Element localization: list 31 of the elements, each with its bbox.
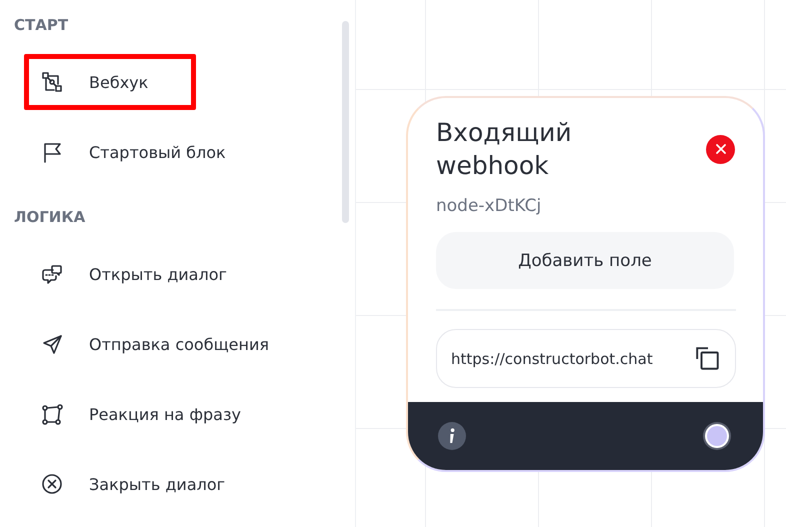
send-icon xyxy=(41,333,63,355)
item-label: Отправка сообщения xyxy=(89,334,269,354)
flag-icon xyxy=(41,141,63,163)
connection-port[interactable] xyxy=(701,420,733,452)
node-title: Входящий webhook xyxy=(436,117,573,182)
sidebar-item[interactable]: Закрыть диалог xyxy=(24,456,238,512)
polygon-icon xyxy=(41,403,63,425)
chat-bubbles-icon xyxy=(41,263,63,285)
close-circle-icon xyxy=(41,473,63,495)
add-field-button[interactable]: Добавить поле xyxy=(436,232,734,289)
sidebar-item[interactable]: Вебхук xyxy=(24,54,196,110)
close-button[interactable] xyxy=(706,134,735,164)
scrollbar[interactable] xyxy=(342,21,349,223)
close-icon xyxy=(714,143,726,155)
info-icon[interactable] xyxy=(438,422,466,450)
section-heading: ЛОГИКА xyxy=(13,207,86,228)
sidebar-item[interactable]: Реакция на фразу xyxy=(24,386,254,442)
item-label: Стартовый блок xyxy=(89,142,226,162)
sidebar-item[interactable]: Отправка сообщения xyxy=(24,316,282,372)
node-id: node-xDtKCj xyxy=(436,196,542,216)
nodes-icon xyxy=(41,71,63,93)
item-label: Открыть диалог xyxy=(89,264,227,284)
sidebar-item[interactable]: Открыть диалог xyxy=(24,246,240,302)
url-field[interactable]: https://constructorbot.chat xyxy=(436,329,736,388)
section-heading: СТАРТ xyxy=(13,15,70,36)
node-card[interactable]: Входящий webhook node-xDtKCj Добавить поле https://constructorbot.chat xyxy=(406,96,765,472)
sidebar-item[interactable]: Стартовый блок xyxy=(24,124,239,180)
item-label: Закрыть диалог xyxy=(89,474,226,494)
item-label: Вебхук xyxy=(89,72,148,92)
item-label: Реакция на фразу xyxy=(89,404,241,424)
copy-icon[interactable] xyxy=(695,346,721,372)
